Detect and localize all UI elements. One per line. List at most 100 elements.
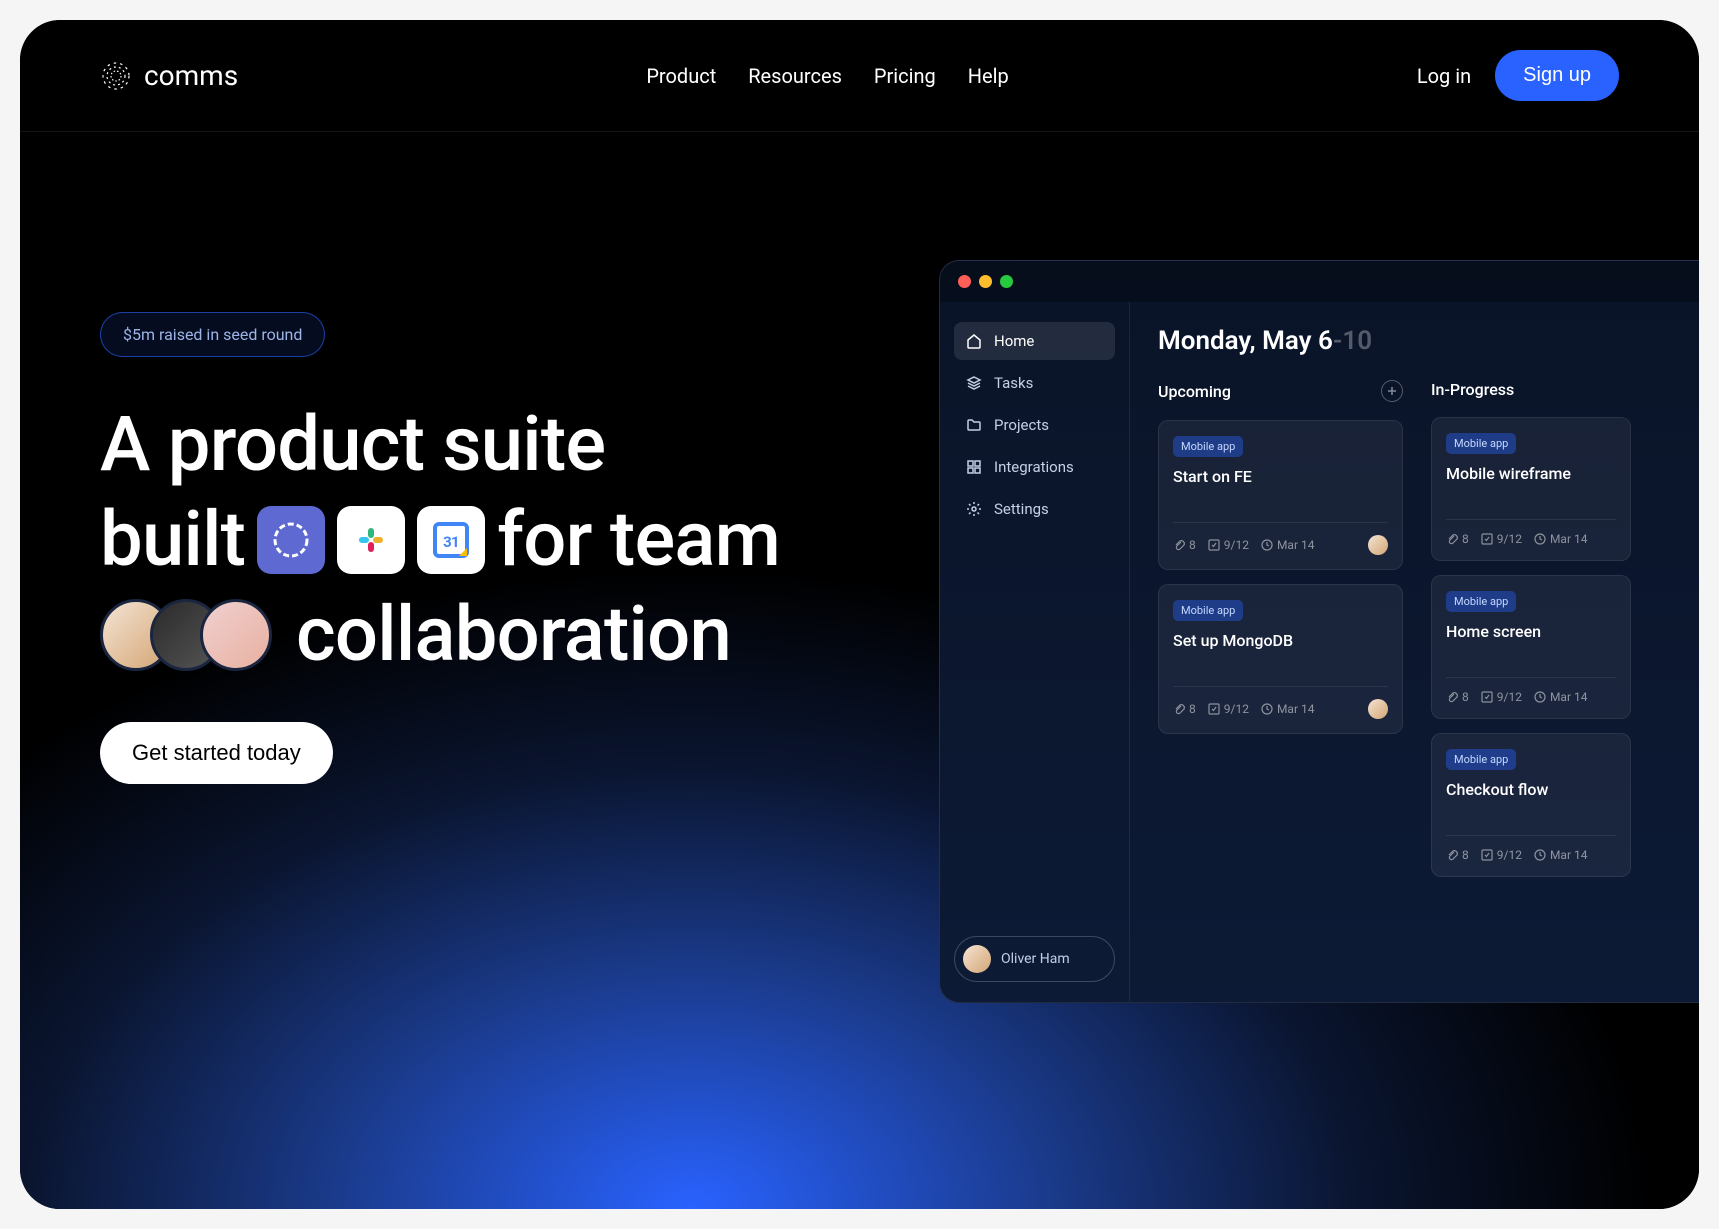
task-card[interactable]: Mobile app Checkout flow 8 9 <box>1431 733 1631 877</box>
task-tag: Mobile app <box>1446 591 1516 612</box>
gear-icon <box>966 501 982 517</box>
traffic-maximize-icon[interactable] <box>1000 275 1013 288</box>
checklist-icon <box>1208 539 1220 551</box>
due-meta: Mar 14 <box>1261 538 1315 552</box>
task-tag: Mobile app <box>1173 436 1243 457</box>
sidebar-item-label: Projects <box>994 416 1049 434</box>
google-calendar-icon: 31 <box>417 506 485 574</box>
task-meta: 8 9/12 Mar 14 <box>1173 686 1388 719</box>
board-columns: Upcoming Mobile app Start on FE <box>1158 380 1699 891</box>
user-name: Oliver Ham <box>1001 951 1070 967</box>
clock-icon <box>1534 533 1546 545</box>
seed-round-badge: $5m raised in seed round <box>100 312 325 357</box>
nav-center: Product Resources Pricing Help <box>646 64 1008 88</box>
clock-icon <box>1261 539 1273 551</box>
assignee-avatar <box>1368 699 1388 719</box>
due-meta: Mar 14 <box>1534 532 1588 546</box>
progress-meta: 9/12 <box>1481 532 1522 546</box>
task-card[interactable]: Mobile app Start on FE 8 9/1 <box>1158 420 1403 570</box>
task-title: Set up MongoDB <box>1173 631 1388 650</box>
sidebar-item-home[interactable]: Home <box>954 322 1115 360</box>
progress-meta: 9/12 <box>1481 848 1522 862</box>
clock-icon <box>1534 849 1546 861</box>
title-line-3: collaboration <box>296 587 731 682</box>
title-line-2a: built <box>100 492 245 587</box>
get-started-button[interactable]: Get started today <box>100 722 333 784</box>
logo[interactable]: comms <box>100 59 238 92</box>
folder-icon <box>966 417 982 433</box>
date-title: Monday, May 6-10 <box>1158 326 1699 356</box>
task-card[interactable]: Mobile app Set up MongoDB 8 <box>1158 584 1403 734</box>
app-sidebar: Home Tasks Projects <box>940 302 1130 1002</box>
sidebar-item-label: Tasks <box>994 374 1033 392</box>
nav-right: Log in Sign up <box>1417 50 1619 101</box>
task-card[interactable]: Mobile app Mobile wireframe 8 <box>1431 417 1631 561</box>
login-link[interactable]: Log in <box>1417 64 1471 88</box>
due-meta: Mar 14 <box>1534 690 1588 704</box>
checklist-icon <box>1481 691 1493 703</box>
progress-meta: 9/12 <box>1208 702 1249 716</box>
user-chip[interactable]: Oliver Ham <box>954 936 1115 982</box>
site-header: comms Product Resources Pricing Help Log… <box>20 20 1699 132</box>
attachments-meta: 8 <box>1446 848 1469 862</box>
date-main: Monday, May 6 <box>1158 326 1333 356</box>
title-line-1: A product suite <box>100 397 605 492</box>
layers-icon <box>966 375 982 391</box>
home-icon <box>966 333 982 349</box>
paperclip-icon <box>1446 849 1458 861</box>
due-meta: Mar 14 <box>1261 702 1315 716</box>
sidebar-item-projects[interactable]: Projects <box>954 406 1115 444</box>
checklist-icon <box>1481 533 1493 545</box>
grid-icon <box>966 459 982 475</box>
sidebar-item-tasks[interactable]: Tasks <box>954 364 1115 402</box>
signup-button[interactable]: Sign up <box>1495 50 1619 101</box>
hero-title: A product suite built <box>100 397 860 682</box>
logo-burst-icon <box>100 60 132 92</box>
column-in-progress: In-Progress Mobile app Mobile wireframe … <box>1431 380 1631 891</box>
paperclip-icon <box>1173 539 1185 551</box>
task-title: Checkout flow <box>1446 780 1616 799</box>
nav-link-help[interactable]: Help <box>968 64 1009 88</box>
attachments-meta: 8 <box>1446 532 1469 546</box>
task-title: Mobile wireframe <box>1446 464 1616 483</box>
task-title: Start on FE <box>1173 467 1388 486</box>
checklist-icon <box>1481 849 1493 861</box>
sidebar-item-label: Integrations <box>994 458 1074 476</box>
column-title: Upcoming <box>1158 382 1231 401</box>
task-tag: Mobile app <box>1446 749 1516 770</box>
task-card[interactable]: Mobile app Home screen 8 9/1 <box>1431 575 1631 719</box>
nav-link-resources[interactable]: Resources <box>748 64 842 88</box>
user-avatar-icon <box>963 945 991 973</box>
traffic-close-icon[interactable] <box>958 275 971 288</box>
task-tag: Mobile app <box>1446 433 1516 454</box>
sidebar-item-settings[interactable]: Settings <box>954 490 1115 528</box>
paperclip-icon <box>1446 691 1458 703</box>
hero-avatars <box>100 599 272 671</box>
progress-meta: 9/12 <box>1481 690 1522 704</box>
sidebar-item-label: Home <box>994 332 1034 350</box>
column-title: In-Progress <box>1431 380 1514 399</box>
attachments-meta: 8 <box>1173 702 1196 716</box>
paperclip-icon <box>1446 533 1458 545</box>
nav-link-product[interactable]: Product <box>646 64 716 88</box>
brand-name: comms <box>144 59 238 92</box>
traffic-minimize-icon[interactable] <box>979 275 992 288</box>
slack-icon <box>337 506 405 574</box>
assignee-avatar <box>1368 535 1388 555</box>
add-card-button[interactable] <box>1381 380 1403 402</box>
window-titlebar <box>940 261 1699 302</box>
sidebar-item-integrations[interactable]: Integrations <box>954 448 1115 486</box>
plus-icon <box>1387 386 1397 396</box>
checklist-icon <box>1208 703 1220 715</box>
svg-text:31: 31 <box>443 533 459 551</box>
date-range: -10 <box>1333 326 1372 356</box>
linear-icon <box>257 506 325 574</box>
nav-link-pricing[interactable]: Pricing <box>874 64 936 88</box>
task-tag: Mobile app <box>1173 600 1243 621</box>
task-meta: 8 9/12 Mar 14 <box>1446 677 1616 704</box>
clock-icon <box>1261 703 1273 715</box>
paperclip-icon <box>1173 703 1185 715</box>
task-meta: 8 9/12 Mar 14 <box>1446 519 1616 546</box>
attachments-meta: 8 <box>1446 690 1469 704</box>
title-line-2b: for team <box>497 492 780 587</box>
